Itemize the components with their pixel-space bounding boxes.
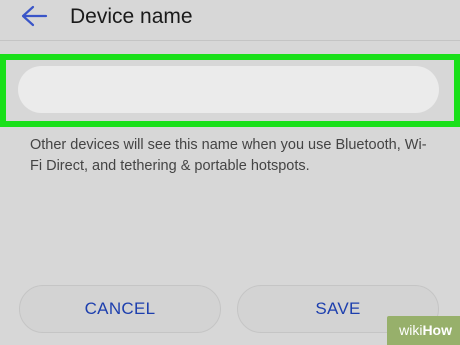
page-title: Device name [70, 5, 193, 28]
device-name-input[interactable] [18, 66, 439, 113]
app-bar: Device name [0, 0, 460, 41]
helper-text: Other devices will see this name when yo… [30, 137, 427, 174]
watermark-text-how: How [422, 322, 452, 338]
watermark-logo: wikiHow [387, 316, 460, 345]
cancel-button[interactable]: CANCEL [19, 285, 221, 333]
arrow-left-icon[interactable] [20, 4, 48, 28]
watermark-text-wiki: wiki [399, 322, 423, 338]
